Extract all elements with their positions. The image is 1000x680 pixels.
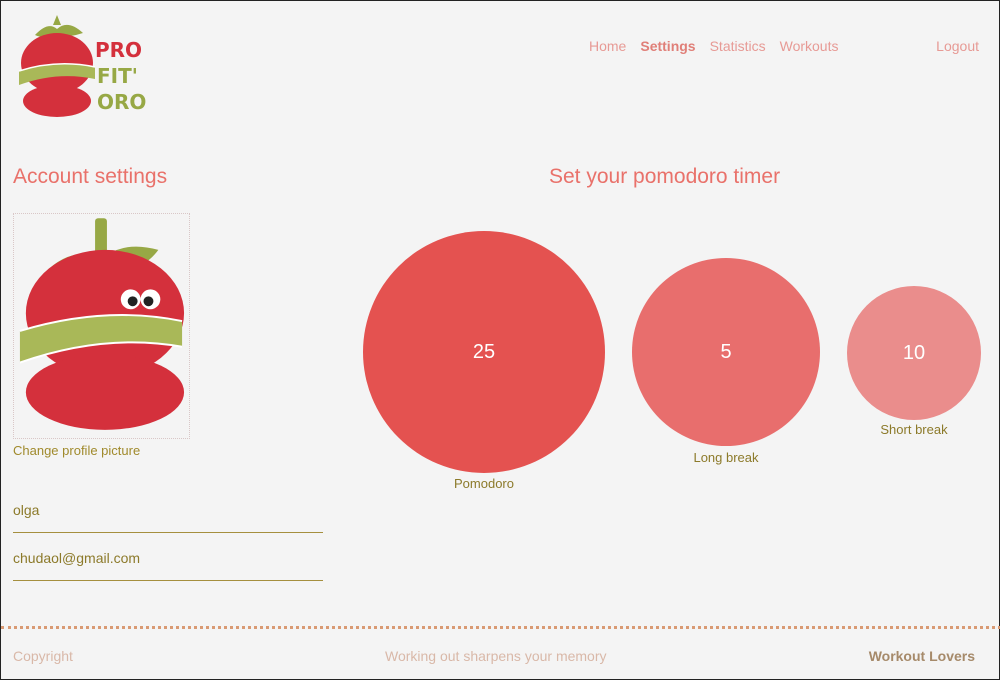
short-break-circle[interactable]: 10	[847, 286, 981, 420]
name-field	[13, 502, 323, 533]
timer-title: Set your pomodoro timer	[549, 165, 781, 188]
name-input[interactable]	[13, 502, 323, 518]
app-logo[interactable]: PRO FIT' ORO	[13, 15, 163, 119]
pomodoro-value: 25	[472, 340, 496, 363]
nav-settings[interactable]: Settings	[640, 38, 695, 54]
email-field	[13, 550, 323, 581]
logo-text-line1: PRO	[95, 38, 142, 62]
footer-brand: Workout Lovers	[868, 648, 975, 664]
tomato-avatar-icon	[19, 218, 185, 430]
logo-text-line3: ORO	[97, 90, 146, 114]
footer-tagline: Working out sharpens your memory	[385, 648, 607, 664]
change-profile-picture-link[interactable]: Change profile picture	[13, 443, 140, 458]
profile-picture[interactable]	[13, 213, 190, 439]
nav-statistics[interactable]: Statistics	[710, 38, 766, 54]
account-settings-title: Account settings	[13, 165, 168, 188]
long-break-value: 5	[720, 340, 732, 363]
pomodoro-label: Pomodoro	[454, 476, 514, 491]
short-break-label: Short break	[880, 422, 948, 437]
nav-workouts[interactable]: Workouts	[780, 38, 839, 54]
long-break-circle[interactable]: 5	[632, 258, 820, 446]
app-frame: PRO FIT' ORO Home Settings Statistics Wo…	[0, 0, 1000, 680]
footer-copyright: Copyright	[13, 648, 73, 664]
nav-home[interactable]: Home	[589, 38, 626, 54]
email-input[interactable]	[13, 550, 323, 566]
logout-link[interactable]: Logout	[936, 38, 979, 54]
main-nav: Home Settings Statistics Workouts	[589, 38, 852, 54]
logo-text-line2: FIT'	[97, 64, 138, 88]
short-break-value: 10	[902, 341, 926, 364]
long-break-label: Long break	[693, 450, 759, 465]
tomato-logo-icon: PRO FIT' ORO	[18, 15, 146, 117]
pomodoro-circle[interactable]: 25	[363, 231, 605, 473]
footer-divider	[1, 626, 1000, 629]
